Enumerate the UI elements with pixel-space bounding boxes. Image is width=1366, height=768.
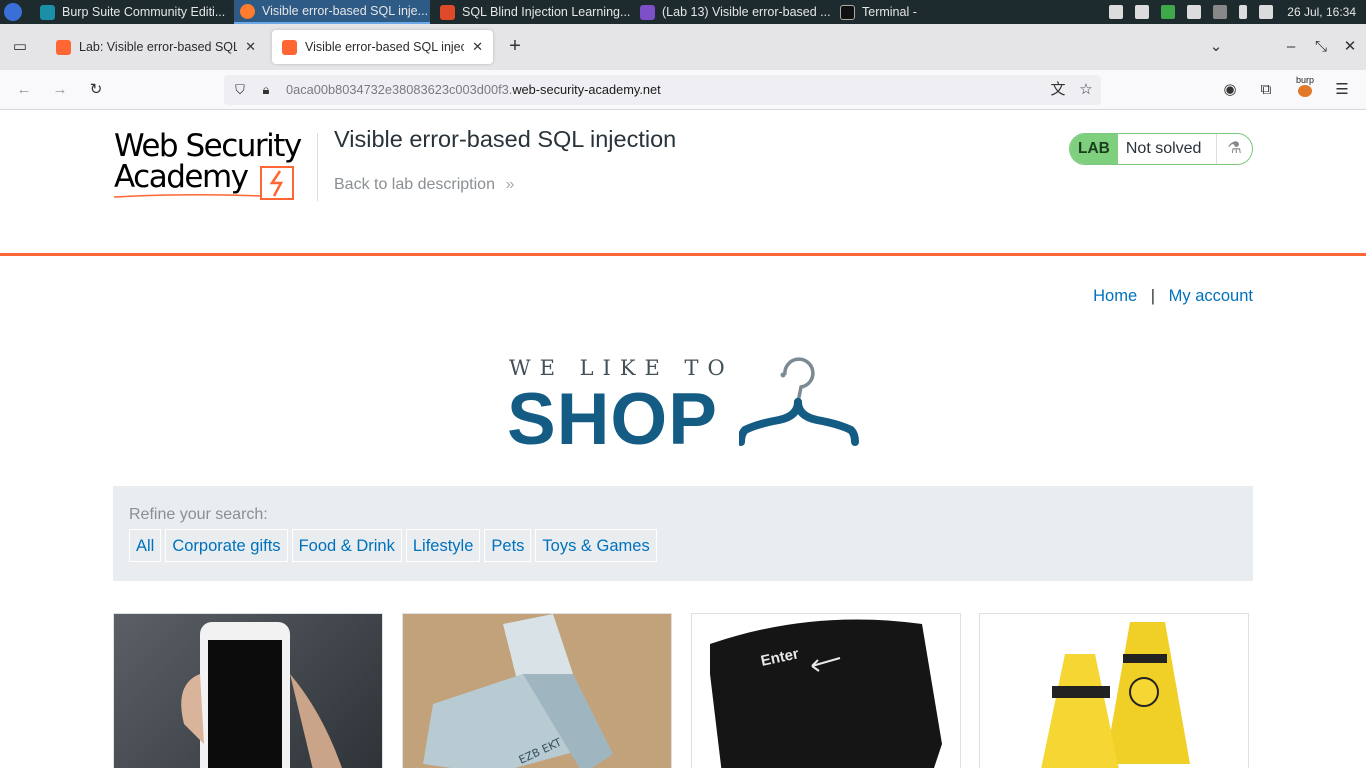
burp-icon — [40, 4, 55, 20]
notification-icon[interactable] — [1109, 5, 1124, 19]
os-taskbar: Burp Suite Community Editi... Visible er… — [0, 0, 1366, 24]
close-tab-icon[interactable]: ✕ — [472, 39, 483, 55]
product-card-phone[interactable] — [113, 613, 383, 768]
product-image-origami: EZB EKT — [423, 614, 613, 768]
obsidian-icon — [640, 4, 655, 20]
clothes-hanger-icon — [739, 357, 859, 446]
url-domain: web-security-academy.net — [512, 82, 661, 97]
back-to-lab-description-link[interactable]: Back to lab description » — [334, 176, 514, 194]
firefox-icon — [240, 3, 255, 19]
portswigger-icon — [56, 39, 71, 55]
taskbar-item-firefox[interactable]: Visible error-based SQL inje... — [234, 0, 430, 24]
browser-nav-bar: ← → ↻ ⛉ 🔒︎ 0aca00b8034732e38083623c003d0… — [0, 70, 1366, 110]
double-chevron-right-icon: » — [505, 176, 515, 193]
tab-lab-shop[interactable]: Visible error-based SQL injecti ✕ — [272, 30, 493, 64]
browser-tab-bar: ▭ Lab: Visible error-based SQL in ✕ Visi… — [0, 24, 1366, 70]
top-navigation: Home | My account — [1093, 287, 1253, 305]
category-toys-games[interactable]: Toys & Games — [535, 529, 657, 562]
product-card-enter-key[interactable]: Enter — [691, 613, 961, 768]
category-pets[interactable]: Pets — [484, 529, 532, 562]
product-image-enter-key: Enter — [710, 619, 942, 768]
product-card-origami[interactable]: EZB EKT — [402, 613, 672, 768]
restore-icon[interactable]: ⤡ — [1311, 37, 1331, 57]
tab-lab-description[interactable]: Lab: Visible error-based SQL in ✕ — [46, 30, 266, 64]
burp-extension-icon[interactable]: burp — [1292, 75, 1318, 99]
lab-status-widget: LAB Not solved ⚗ — [1069, 133, 1253, 165]
lab-header: Web Security Academy Visible error-based… — [0, 111, 1366, 256]
shop-logo: WE LIKE TO SHOP — [507, 356, 861, 460]
back-icon[interactable]: ← — [14, 80, 34, 100]
category-filter: Refine your search: All Corporate gifts … — [113, 486, 1253, 581]
extensions-icon[interactable]: ⧉ — [1256, 80, 1276, 100]
category-lifestyle[interactable]: Lifestyle — [405, 529, 481, 562]
lab-title: Visible error-based SQL injection — [334, 126, 677, 152]
lock-icon[interactable]: 🔒︎ — [258, 80, 274, 100]
minimize-icon[interactable]: – — [1281, 37, 1301, 57]
taskbar-item-terminal[interactable]: Terminal - — [834, 0, 944, 24]
category-corporate-gifts[interactable]: Corporate gifts — [165, 529, 288, 562]
shield-icon[interactable] — [1161, 5, 1176, 19]
tab-overflow-icon[interactable]: ⌄ — [1206, 37, 1226, 57]
close-window-icon[interactable]: ✕ — [1340, 37, 1360, 57]
portswigger-icon — [282, 39, 297, 55]
cloud-icon[interactable] — [1213, 5, 1228, 19]
taskbar-item-burp[interactable]: Burp Suite Community Editi... — [34, 0, 232, 24]
filter-label: Refine your search: — [129, 506, 268, 523]
shop-tagline: WE LIKE TO — [509, 356, 734, 380]
home-link[interactable]: Home — [1093, 287, 1137, 305]
flask-icon: ⚗ — [1216, 134, 1252, 164]
brave-icon — [440, 4, 455, 20]
clock[interactable]: 26 Jul, 16:34 — [1287, 5, 1356, 19]
system-tray: 26 Jul, 16:34 — [1097, 0, 1366, 24]
lab-status-text: Not solved — [1125, 140, 1202, 157]
lightning-bolt-icon — [260, 166, 294, 200]
lab-badge: LAB — [1070, 134, 1118, 164]
web-security-academy-logo[interactable]: Web Security Academy — [114, 131, 314, 203]
web-page: Web Security Academy Visible error-based… — [0, 111, 1366, 768]
battery-icon[interactable] — [1239, 5, 1248, 19]
close-tab-icon[interactable]: ✕ — [245, 39, 256, 55]
bookmark-star-icon[interactable]: ☆ — [1077, 80, 1095, 100]
terminal-icon — [840, 4, 855, 20]
start-menu-icon[interactable] — [4, 3, 22, 21]
product-image-caution-signs — [1041, 622, 1190, 768]
new-tab-button[interactable]: + — [505, 36, 525, 56]
reload-icon[interactable]: ↻ — [86, 80, 106, 100]
wifi-icon[interactable] — [1187, 5, 1202, 19]
tracking-shield-icon[interactable]: ⛉ — [232, 80, 248, 100]
forward-icon[interactable]: → — [50, 80, 70, 100]
category-links: All Corporate gifts Food & Drink Lifesty… — [129, 529, 657, 562]
bluetooth-icon[interactable] — [1135, 5, 1150, 19]
account-icon[interactable]: ◉ — [1220, 80, 1240, 100]
url-subdomain: 0aca00b8034732e38083623c003d00f3. — [286, 82, 513, 97]
taskbar-item-brave[interactable]: SQL Blind Injection Learning... — [434, 0, 632, 24]
product-image-phone — [181, 622, 342, 768]
category-food-drink[interactable]: Food & Drink — [291, 529, 402, 562]
category-all[interactable]: All — [129, 529, 162, 562]
shop-word: SHOP — [507, 379, 718, 460]
taskbar-item-obsidian[interactable]: (Lab 13) Visible error-based ... — [634, 0, 832, 24]
volume-icon[interactable] — [1259, 5, 1274, 19]
translate-icon[interactable]: 文 — [1049, 80, 1067, 100]
url-bar[interactable]: ⛉ 🔒︎ 0aca00b8034732e38083623c003d00f3.we… — [224, 75, 1101, 105]
menu-icon[interactable]: ☰ — [1332, 80, 1352, 100]
my-account-link[interactable]: My account — [1169, 287, 1253, 305]
product-card-caution-signs[interactable] — [979, 613, 1249, 768]
tab-list-icon[interactable]: ▭ — [10, 37, 30, 57]
product-grid: EZB EKT Enter — [113, 613, 1253, 768]
